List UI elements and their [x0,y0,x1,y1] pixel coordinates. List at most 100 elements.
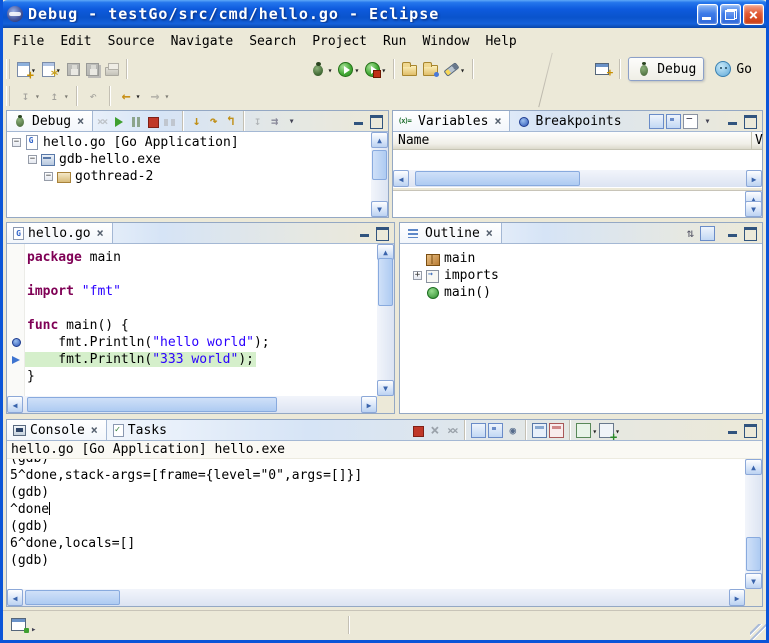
menu-help[interactable]: Help [477,31,524,52]
close-tab-icon[interactable] [95,226,106,241]
debug-tree[interactable]: −hello.go [Go Application]−gdb-hello.exe… [8,134,371,216]
breakpoint-marker[interactable] [7,338,25,347]
menu-edit[interactable]: Edit [52,31,99,52]
scroll-thumb[interactable] [746,537,761,571]
show-stdout-button[interactable] [531,420,548,440]
maximize-view-button[interactable] [369,115,383,127]
expander-icon[interactable]: − [28,155,37,164]
open-resource-button[interactable] [400,57,419,81]
scroll-right-button[interactable] [729,589,745,606]
resume-button[interactable] [110,111,127,131]
variables-detail-pane[interactable] [393,191,762,217]
menu-file[interactable]: File [5,31,52,52]
detail-vertical-scrollbar[interactable] [745,191,762,217]
new-wizard-button[interactable] [15,57,38,81]
pin-console-button[interactable] [504,420,521,440]
dropdown-arrow-icon[interactable] [164,88,169,103]
back-button[interactable] [116,84,143,108]
maximize-view-button[interactable] [743,115,757,127]
tab-outline[interactable]: Outline [400,223,502,244]
scroll-thumb[interactable] [415,171,580,186]
scroll-thumb[interactable] [25,590,120,605]
scroll-thumb[interactable] [27,397,277,412]
view-menu-button[interactable] [283,111,300,131]
display-console-button[interactable] [575,420,598,440]
step-filters-button[interactable] [266,111,283,131]
scroll-lock-button[interactable] [487,420,504,440]
minimize-view-button[interactable] [352,115,366,127]
editor-text-area[interactable]: package mainimport "fmt"func main() { fm… [7,244,377,396]
tree-item-gothread-2[interactable]: −gothread-2 [8,168,371,185]
scroll-down-button[interactable] [745,201,762,217]
tab-hello-go[interactable]: hello.go [7,223,113,244]
expander-icon[interactable]: − [44,172,53,181]
scroll-up-button[interactable] [371,132,388,148]
perspective-debug[interactable]: Debug [628,57,704,81]
close-window-button[interactable] [743,4,764,25]
suspend-button[interactable] [127,111,144,131]
show-stderr-button[interactable] [548,420,565,440]
maximize-view-button[interactable] [375,227,389,239]
step-over-button[interactable] [205,111,222,131]
console-horizontal-scrollbar[interactable] [7,589,745,606]
fast-view-icon[interactable] [11,618,26,631]
console-text-area[interactable]: (gdb)5^done,stack-args=[frame={level="0"… [7,459,745,589]
terminate-button[interactable] [409,420,426,440]
open-console-button[interactable] [598,420,621,440]
toolbar-drag-handle[interactable] [6,59,10,79]
tab-console[interactable]: Console [7,420,107,441]
debug-button[interactable] [308,57,335,81]
tree-item-main[interactable]: main() [401,284,761,301]
expander-icon[interactable]: + [413,271,422,280]
scroll-up-button[interactable] [745,459,762,475]
dropdown-arrow-icon[interactable] [381,62,386,77]
resize-grip[interactable] [750,624,766,640]
scroll-left-button[interactable] [7,396,23,413]
menu-window[interactable]: Window [414,31,477,52]
name-column-header[interactable]: Name [398,133,429,148]
collapse-all-button[interactable] [682,111,699,131]
dropdown-arrow-icon[interactable] [136,88,141,103]
step-into-button[interactable] [188,111,205,131]
value-column-header[interactable]: V [751,132,765,149]
menu-run[interactable]: Run [375,31,414,52]
minimize-window-button[interactable] [697,4,718,25]
dropdown-arrow-icon[interactable] [354,62,359,77]
show-logical-structures-button[interactable] [665,111,682,131]
external-tools-button[interactable] [363,57,388,81]
new-element-button[interactable] [40,57,63,81]
variables-column-header[interactable]: Name V [393,132,762,150]
debug-vertical-scrollbar[interactable] [371,132,388,217]
open-project-button[interactable] [421,57,440,81]
variables-horizontal-scrollbar[interactable] [393,170,762,187]
tree-item-gdb-hello-exe[interactable]: −gdb-hello.exe [8,151,371,168]
remove-launch-button[interactable] [426,420,443,440]
filter-button[interactable] [699,223,716,243]
scroll-down-button[interactable] [377,380,394,396]
perspective-go[interactable]: Go [707,57,760,81]
run-button[interactable] [336,57,361,81]
editor-horizontal-scrollbar[interactable] [7,396,377,413]
tree-item-imports[interactable]: +imports [401,267,761,284]
scroll-left-button[interactable] [7,589,23,606]
dropdown-arrow-icon[interactable] [328,62,333,77]
menu-source[interactable]: Source [100,31,163,52]
minimize-view-button[interactable] [358,227,372,239]
tab-breakpoints[interactable]: Breakpoints [510,111,627,132]
close-tab-icon[interactable] [75,114,86,129]
restore-window-button[interactable] [720,4,741,25]
tree-item-main[interactable]: main [401,250,761,267]
tab-debug[interactable]: Debug [7,111,93,132]
dropdown-arrow-icon[interactable] [592,423,597,438]
close-tab-icon[interactable] [492,114,503,129]
tree-item-hello-go-go-application[interactable]: −hello.go [Go Application] [8,134,371,151]
tab-tasks[interactable]: Tasks [107,420,173,441]
scroll-down-button[interactable] [745,573,762,589]
scroll-right-button[interactable] [746,170,762,187]
menu-search[interactable]: Search [241,31,304,52]
toolbar-drag-handle[interactable] [6,86,10,106]
maximize-view-button[interactable] [743,227,757,239]
clear-console-button[interactable] [470,420,487,440]
minimize-view-button[interactable] [726,115,740,127]
minimize-view-button[interactable] [726,424,740,436]
